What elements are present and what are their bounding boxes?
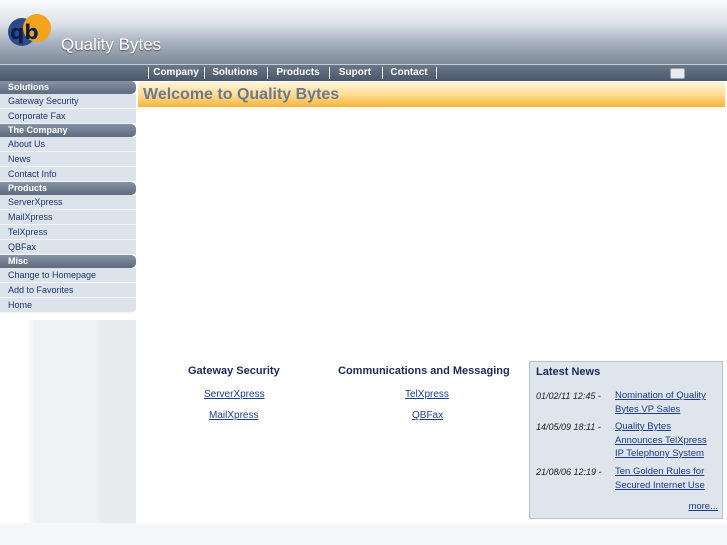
news-more-link[interactable]: more... [688, 501, 718, 512]
link-telxpress[interactable]: TelXpress [405, 389, 449, 400]
page-title: Welcome to Quality Bytes [143, 86, 340, 103]
nav-support[interactable]: Suport [332, 66, 378, 80]
sidebar-item-mailxpress[interactable]: MailXpress [0, 210, 136, 225]
sidebar-item-qbfax[interactable]: QBFax [0, 240, 136, 255]
section-title-communications: Communications and Messaging [338, 365, 510, 377]
sidebar-item-serverxpress[interactable]: ServerXpress [0, 195, 136, 210]
sidebar-item-home[interactable]: Home [0, 298, 136, 313]
latest-news-panel: Latest News 01/02/11 12:45 - Nomination … [529, 361, 723, 519]
nav-separator [329, 67, 330, 79]
sidebar-item-news[interactable]: News [0, 152, 136, 167]
nav-separator [148, 67, 149, 79]
sidebar: Solutions Gateway Security Corporate Fax… [0, 81, 136, 313]
sidebar-category-misc: Misc [0, 255, 136, 268]
svg-text:qb: qb [10, 20, 39, 44]
news-item-link[interactable]: Nomination of Quality Bytes VP Sales [615, 389, 717, 416]
mail-icon[interactable] [670, 68, 685, 79]
news-item-link[interactable]: Quality Bytes Announces TelXpress IP Tel… [615, 420, 717, 461]
sidebar-category-company: The Company [0, 124, 136, 137]
news-item-link[interactable]: Ten Golden Rules for Secured Internet Us… [615, 465, 717, 492]
news-title: Latest News [536, 366, 601, 378]
nav-company[interactable]: Company [151, 66, 201, 80]
nav-solutions[interactable]: Solutions [207, 66, 263, 80]
site-header: qb Quality Bytes [0, 0, 727, 64]
qb-logo-icon[interactable]: qb [6, 6, 54, 52]
nav-separator [267, 67, 268, 79]
nav-separator [436, 67, 437, 79]
footer-strip [0, 523, 727, 545]
news-date: 14/05/09 18:11 - [536, 422, 601, 432]
sidebar-background [0, 320, 136, 523]
sidebar-item-telxpress[interactable]: TelXpress [0, 225, 136, 240]
link-serverxpress[interactable]: ServerXpress [204, 389, 265, 400]
sidebar-category-products: Products [0, 182, 136, 195]
nav-contact[interactable]: Contact [385, 66, 433, 80]
nav-products[interactable]: Products [270, 66, 326, 80]
nav-separator [382, 67, 383, 79]
section-title-gateway-security: Gateway Security [188, 365, 280, 377]
welcome-banner: Welcome to Quality Bytes [138, 82, 725, 107]
sidebar-item-change-homepage[interactable]: Change to Homepage [0, 268, 136, 283]
top-navigation: Company Solutions Products Suport Contac… [0, 64, 727, 81]
site-title: Quality Bytes [61, 35, 162, 54]
news-date: 01/02/11 12:45 - [536, 391, 601, 401]
sidebar-item-add-favorites[interactable]: Add to Favorites [0, 283, 136, 298]
link-qbfax[interactable]: QBFax [412, 410, 443, 421]
sidebar-item-gateway-security[interactable]: Gateway Security [0, 94, 136, 109]
sidebar-item-corporate-fax[interactable]: Corporate Fax [0, 109, 136, 124]
sidebar-item-about-us[interactable]: About Us [0, 137, 136, 152]
sidebar-item-contact-info[interactable]: Contact Info [0, 167, 136, 182]
nav-separator [204, 67, 205, 79]
link-mailxpress[interactable]: MailXpress [209, 410, 258, 421]
sidebar-category-solutions: Solutions [0, 81, 136, 94]
news-date: 21/08/06 12:19 - [536, 467, 602, 477]
